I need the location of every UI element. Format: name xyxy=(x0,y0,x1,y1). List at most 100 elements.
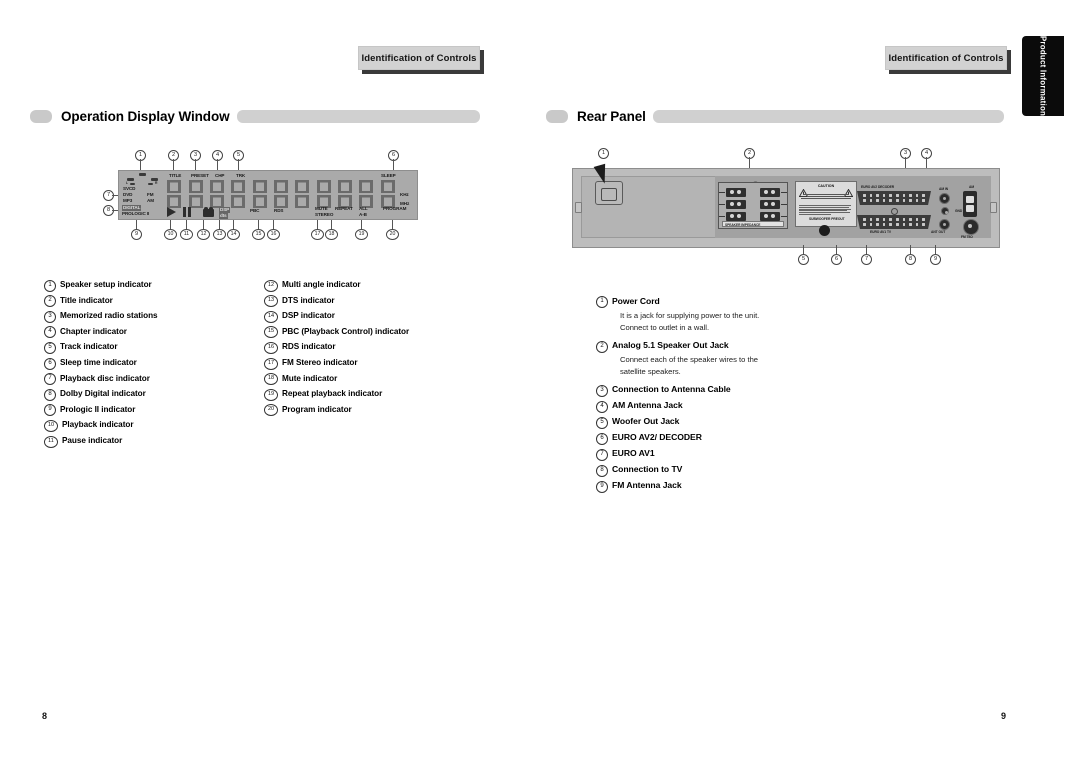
list-item: 13 DTS indicator xyxy=(264,293,494,309)
am-in-label: AM IN xyxy=(939,187,949,191)
section-chip-icon xyxy=(30,109,52,123)
callout-9: 9 xyxy=(131,229,142,240)
section-rule-left xyxy=(236,109,480,123)
list-item-number: 2 xyxy=(44,295,56,308)
callout-15: 15 xyxy=(252,229,265,240)
fm-antenna-coax-jack xyxy=(963,219,979,235)
description-heading: 5 Woofer Out Jack xyxy=(596,414,866,429)
description-item: 7 EURO AV1 xyxy=(596,446,866,461)
label-program: PROGRAM xyxy=(383,206,407,211)
list-item-label: Chapter indicator xyxy=(60,326,127,336)
speaker-terminal-block: SPEAKER IMPEDANCE xyxy=(718,182,788,229)
label-mp3: MP3 xyxy=(123,198,133,203)
list-item-label: Pause indicator xyxy=(62,435,123,445)
label-stereo: STEREO xyxy=(315,212,334,217)
callout-17: 17 xyxy=(311,229,324,240)
label-rds: RDS xyxy=(274,208,284,213)
rear-leader-5 xyxy=(803,245,804,254)
description-item: 6 EURO AV2/ DECODER xyxy=(596,430,866,445)
list-item: 12 Multi angle indicator xyxy=(264,277,494,293)
thumb-tab-label: Product Information xyxy=(1038,35,1048,117)
label-prologic-ii: PROLOGIC II xyxy=(122,211,150,216)
list-item-label: Program indicator xyxy=(282,404,352,414)
rear-callout-4: 4 xyxy=(921,148,932,159)
list-item: 1 Speaker setup indicator xyxy=(44,277,254,293)
ant-out-jack xyxy=(939,219,950,230)
list-item-label: Dolby Digital indicator xyxy=(60,389,146,399)
label-chp: CHP xyxy=(215,173,225,178)
list-item-label: Track indicator xyxy=(60,342,118,352)
label-svcd: SVCD xyxy=(123,186,136,191)
description-item: 9 FM Antenna Jack xyxy=(596,478,866,493)
description-item: 1 Power Cord It is a jack for supplying po… xyxy=(596,294,866,333)
leader-17 xyxy=(317,220,318,229)
leader-19 xyxy=(361,220,362,229)
am-antenna-label: AM xyxy=(969,185,975,189)
description-title: EURO AV2/ DECODER xyxy=(612,432,702,443)
euro-av2-decoder-label: EURO AV2 DECODER xyxy=(861,185,895,189)
fm-75-label: FM 75Ω xyxy=(961,235,973,239)
operation-display-window-diagram: L R SVCD DVD MP3 FM AM DIGITAL PROLOGIC … xyxy=(118,170,418,220)
label-khz: KHz xyxy=(400,192,409,197)
list-item-label: Repeat playback indicator xyxy=(282,389,383,399)
list-item-number: 14 xyxy=(264,310,278,323)
rear-chassis: SPEAKER IMPEDANCE CAUTION SUBWOOFER PREO… xyxy=(572,163,1000,248)
euro-av1-tv-label: EURO AV1 TV xyxy=(870,230,892,234)
thumb-tab-product-information: Product Information xyxy=(1022,36,1064,116)
callout-6: 6 xyxy=(388,150,399,161)
speaker-terminal xyxy=(726,188,746,197)
rear-callout-1: 1 xyxy=(598,148,609,159)
callout-20: 20 xyxy=(386,229,399,240)
description-title: Connection to Antenna Cable xyxy=(612,384,731,395)
label-fm: FM xyxy=(147,192,154,197)
gnd-terminal xyxy=(941,207,949,215)
leader-5 xyxy=(237,159,239,170)
leader-16 xyxy=(273,220,274,229)
description-body-line: satellite speakers. xyxy=(620,366,681,376)
description-number: 8 xyxy=(596,464,608,477)
description-heading: 8 Connection to TV xyxy=(596,462,866,477)
speaker-left-label: L xyxy=(126,180,129,185)
euro-av1-scart xyxy=(857,215,931,229)
description-heading: 4 AM Antenna Jack xyxy=(596,398,866,413)
leader-1 xyxy=(139,159,141,170)
leader-20 xyxy=(392,220,393,229)
list-item-label: Sleep time indicator xyxy=(60,357,137,367)
indicator-index-column-2: 12 Multi angle indicator 13 DTS indicator 14… xyxy=(264,277,494,417)
list-item-label: RDS indicator xyxy=(282,342,336,352)
callout-10: 10 xyxy=(164,229,177,240)
speaker-impedance-legend: SPEAKER IMPEDANCE xyxy=(722,220,784,227)
list-item-number: 6 xyxy=(44,357,56,370)
list-item: 7 Playback disc indicator xyxy=(44,371,254,387)
segment-digit xyxy=(293,179,311,213)
description-number: 1 xyxy=(596,296,608,309)
label-am: AM xyxy=(147,198,154,203)
list-item-label: Playback indicator xyxy=(62,420,134,430)
rear-callout-9: 9 xyxy=(930,254,941,265)
vfd-background: L R SVCD DVD MP3 FM AM DIGITAL PROLOGIC … xyxy=(118,170,418,220)
rear-leader-6 xyxy=(836,245,837,254)
woofer-out-jack xyxy=(819,225,830,236)
list-item-label: Prologic II indicator xyxy=(60,404,136,414)
am-antenna-terminal xyxy=(963,191,977,217)
rear-callout-3: 3 xyxy=(900,148,911,159)
dts-icon: dts xyxy=(219,212,228,219)
list-item-number: 7 xyxy=(44,373,56,386)
description-title: FM Antenna Jack xyxy=(612,480,682,491)
callout-19: 19 xyxy=(355,229,368,240)
segment-digit xyxy=(229,179,247,213)
list-item: 20 Program indicator xyxy=(264,402,494,418)
label-dvd: DVD xyxy=(123,192,133,197)
description-body-line: It is a jack for supplying power to the … xyxy=(620,311,760,320)
subwoofer-preout-label: SUBWOOFER PREOUT xyxy=(809,217,845,221)
list-item: 5 Track indicator xyxy=(44,339,254,355)
description-body: It is a jack for supplying power to the … xyxy=(620,310,866,333)
list-item-number: 15 xyxy=(264,326,278,339)
description-body-line: Connect to outlet in a wall. xyxy=(620,322,710,332)
callout-16: 16 xyxy=(267,229,280,240)
rear-callout-7: 7 xyxy=(861,254,872,265)
ant-out-label: ANT OUT xyxy=(931,230,946,234)
list-item-number: 5 xyxy=(44,341,56,354)
callout-3: 3 xyxy=(190,150,201,161)
warning-triangle-left-icon xyxy=(798,184,809,197)
